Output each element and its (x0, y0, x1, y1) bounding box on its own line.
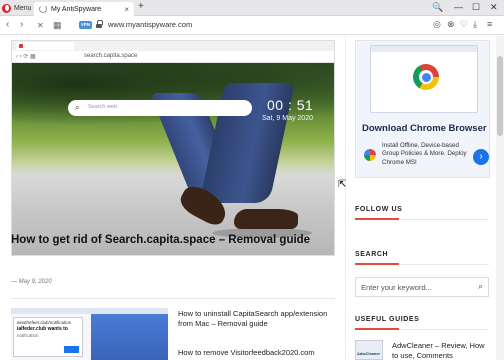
ad-description: Install Offline, Device-based Group Poli… (382, 142, 467, 166)
hero-screenshot-image[interactable]: ‹ › ⟳ ▦ search.capita.space ⌕ Search web… (11, 40, 335, 256)
tab-title: My AntiSpyware (51, 5, 102, 13)
thumb-blue-area (91, 314, 168, 360)
hero-inner-tabbar (12, 41, 334, 51)
hero-inner-addressbar: ‹ › ⟳ ▦ search.capita.space (12, 51, 334, 63)
chrome-logo-icon (413, 64, 439, 90)
thumb-notif: notification (17, 333, 39, 338)
opera-logo-icon (2, 3, 11, 13)
ad-arrow-button[interactable]: › (473, 149, 489, 165)
wallet-icon[interactable]: ⊗ (447, 19, 455, 30)
useful-guides-rule-gray (399, 328, 489, 330)
search-icon[interactable]: ⌕ (478, 281, 483, 292)
address-bar: ‹ › ✕ ▦ VPN www.myantispyware.com ◎ ⊗ ♡ … (0, 16, 504, 35)
related-link-2[interactable]: How to remove Visitorfeedback2020.com (178, 348, 336, 358)
hero-photo: ⌕ Search web 00 : 51 Sat, 9 May 2020 (12, 63, 334, 255)
easy-setup-icon[interactable]: ≡ (487, 19, 492, 29)
follow-us-rule (355, 218, 399, 220)
lock-icon[interactable] (96, 20, 103, 28)
useful-guides-heading: USEFUL GUIDES (355, 316, 420, 323)
useful-guides-rule (355, 328, 399, 330)
scrollbar-thumb[interactable] (497, 56, 503, 136)
speed-dial-icon[interactable]: ▦ (53, 19, 62, 31)
thumb-wants: ialfeder.club wants to (17, 326, 68, 332)
shoe-front (234, 209, 298, 229)
back-icon[interactable]: ‹ (6, 19, 9, 31)
search-tabs-icon[interactable]: 🔍 (432, 2, 443, 13)
hero-date: Sat, 9 May 2020 (262, 115, 313, 122)
heart-icon[interactable]: ♡ (460, 19, 468, 30)
ad-title[interactable]: Download Chrome Browser (362, 123, 487, 134)
menu-label: Menu (14, 4, 32, 12)
minimize-icon[interactable]: — (454, 2, 463, 12)
mouse-cursor-icon: ⇱ (338, 179, 347, 190)
guide-thumb-text: AdwCleaner (357, 351, 381, 356)
forward-icon[interactable]: › (20, 19, 23, 31)
hero-inner-url: search.capita.space (84, 53, 138, 59)
thumb-domain: ainsthefeer.club/notification (17, 320, 72, 325)
article-title[interactable]: How to get rid of Search.capita.space – … (11, 233, 333, 247)
browser-tab-bar: Menu My AntiSpyware × + 🔍 — ☐ ✕ (0, 0, 504, 16)
opera-menu-button[interactable]: Menu (2, 2, 32, 14)
page-content: ‹ › ⟳ ▦ search.capita.space ⌕ Search web… (0, 36, 504, 360)
chrome-ad[interactable]: Download Chrome Browser Install Offline,… (355, 40, 490, 178)
camera-icon[interactable]: ◎ (433, 19, 441, 30)
stop-icon[interactable]: ✕ (37, 20, 44, 32)
google-icon (364, 149, 376, 161)
divider (11, 298, 335, 299)
download-icon[interactable]: ⤓ (473, 19, 477, 30)
guide-thumbnail[interactable]: AdwCleaner (355, 340, 383, 360)
search-icon: ⌕ (75, 103, 80, 112)
search-placeholder: Enter your keyword... (361, 283, 432, 292)
new-tab-button[interactable]: + (138, 1, 144, 12)
related-link-1[interactable]: How to uninstall CapitaSearch app/extens… (178, 309, 336, 329)
vpn-badge[interactable]: VPN (79, 21, 92, 29)
article-date: — May 9, 2020 (11, 279, 52, 285)
maximize-icon[interactable]: ☐ (472, 2, 480, 13)
hero-inner-tab (16, 42, 74, 50)
close-tab-icon[interactable]: × (124, 5, 129, 14)
follow-us-heading: FOLLOW US (355, 206, 403, 213)
search-rule (355, 263, 399, 265)
ad-browser-window (370, 45, 478, 113)
hero-search-box: ⌕ Search web (68, 100, 252, 116)
hero-clock: 00 : 51 (267, 97, 314, 113)
browser-tab-active[interactable]: My AntiSpyware × (34, 2, 134, 16)
sidebar-separator (345, 36, 346, 360)
guide-link[interactable]: AdwCleaner – Review, How to use, Comment… (392, 341, 492, 360)
close-window-icon[interactable]: ✕ (490, 2, 498, 13)
search-rule-gray (399, 263, 489, 265)
related-thumbnail[interactable]: ainsthefeer.club/notification ialfeder.c… (11, 308, 168, 360)
url-field[interactable]: www.myantispyware.com (108, 20, 192, 29)
thumb-allow-button (64, 346, 79, 353)
hero-search-placeholder: Search web (88, 104, 118, 110)
loading-spinner-icon (39, 5, 47, 13)
page-scrollbar[interactable] (496, 36, 504, 360)
hero-inner-back-icon: ‹ › ⟳ ▦ (16, 54, 36, 60)
search-heading: SEARCH (355, 251, 389, 258)
follow-us-rule-gray (399, 218, 489, 220)
thumb-notification-card: ainsthefeer.club/notification ialfeder.c… (13, 317, 83, 357)
sidebar-search-input[interactable]: Enter your keyword... ⌕ (355, 277, 489, 297)
